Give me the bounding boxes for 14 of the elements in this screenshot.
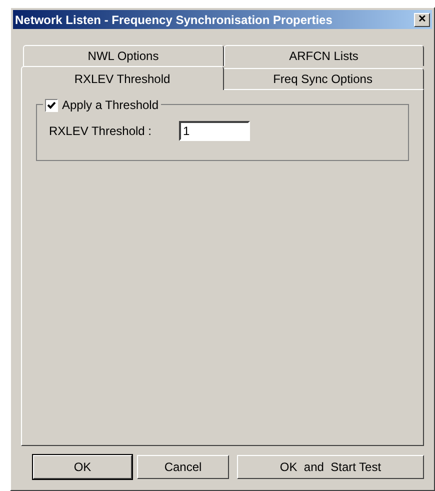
tab[interactable]: ARFCN Lists	[224, 45, 424, 66]
tab[interactable]: RXLEV Threshold	[21, 66, 224, 90]
threshold-field[interactable]: 1	[179, 121, 250, 141]
field-label: RXLEV Threshold :	[49, 123, 152, 140]
checkmark-icon	[47, 100, 56, 110]
checkbox-label: Apply a Threshold	[62, 97, 159, 114]
dialog-button[interactable]: OK and Start Test	[237, 455, 424, 479]
tab[interactable]: NWL Options	[23, 45, 224, 66]
close-button[interactable]: ✕	[414, 12, 430, 26]
dialog-button[interactable]: OK	[33, 455, 132, 479]
window-title: Network Listen - Frequency Synchronisation Properties	[15, 12, 334, 28]
checkbox[interactable]	[45, 98, 58, 112]
tab[interactable]: Freq Sync Options	[222, 68, 424, 89]
dialog-button[interactable]: Cancel	[137, 455, 229, 479]
